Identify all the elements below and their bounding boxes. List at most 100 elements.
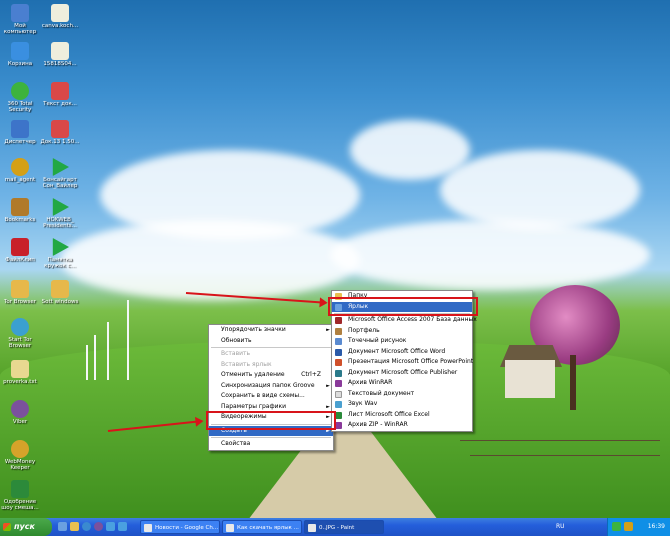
desktop-icon-file-1[interactable]: canva.koch... (40, 4, 80, 35)
app-icon (11, 120, 29, 138)
access-icon (335, 317, 342, 324)
bookmarks-icon (11, 198, 29, 216)
menu-item-label: Портфель (348, 326, 380, 334)
menu-item-label: Упорядочить значки (221, 326, 286, 333)
excel-icon (335, 411, 342, 419)
menu-item-label: Вставить (221, 350, 251, 357)
submenu-item-zip[interactable]: Архив ZIP - WinRAR (332, 420, 472, 431)
desktop-icon-viber[interactable]: Viber (0, 400, 40, 431)
menu-item-label: Вставить ярлык (221, 360, 272, 368)
computer-icon (11, 4, 29, 22)
tray-icon[interactable] (624, 522, 633, 531)
submenu-arrow-icon: ► (326, 382, 330, 389)
desktop-icon-video-1[interactable]: Бонсайгарт Сон_Вайлер (40, 158, 80, 189)
desktop-icon-label: Bookmarks (4, 217, 36, 223)
menu-item-arrange-icons[interactable]: Упорядочить значки ► (209, 325, 333, 336)
menu-item-label: Документ Microsoft Office Word (348, 347, 446, 355)
menu-item-label: Свойства (221, 440, 251, 447)
menu-item-label: Архив WinRAR (348, 379, 393, 386)
menu-item-label: Параметры графики (221, 402, 287, 410)
powerpoint-icon (335, 359, 342, 366)
desktop-icon-tor-browser[interactable]: Tor Browser (0, 280, 40, 311)
desktop-icon-label: mail_agent (4, 177, 36, 183)
desktop-icon-mail-agent[interactable]: mail_agent (0, 158, 40, 189)
desktop-icon-file-3[interactable]: Текст док... (40, 82, 80, 113)
menu-item-label: Microsoft Office Access 2007 База данных (348, 316, 477, 323)
desktop-icon-label: WebMoney Keeper WinPro (4, 459, 36, 471)
submenu-item-powerpoint[interactable]: Презентация Microsoft Office PowerPoint (332, 357, 473, 368)
menu-item-save-schema[interactable]: Сохранить в виде схемы... (209, 391, 333, 402)
quicklaunch-icon[interactable] (106, 522, 115, 531)
submenu-item-publisher[interactable]: Документ Microsoft Office Publisher (332, 368, 472, 379)
language-indicator[interactable]: RU (556, 518, 565, 536)
menu-separator (211, 437, 331, 438)
desktop-icon-label: Док.13 1.50... (40, 139, 80, 145)
menu-item-properties[interactable]: Свойства (209, 439, 333, 450)
desktop-icon-video-2[interactable]: HOKWEB_ Presidents... (40, 198, 80, 229)
desktop-icon-label: Tor Browser (3, 299, 37, 305)
text-file-icon (11, 360, 29, 378)
desktop-icon-label: canva.koch... (41, 23, 79, 29)
menu-item-undo-delete[interactable]: Отменить удаление Ctrl+Z (209, 370, 333, 381)
desktop-icon-file-4[interactable]: Док.13 1.50... (40, 120, 80, 151)
start-button[interactable]: пуск (0, 518, 52, 536)
submenu-item-excel[interactable]: Лист Microsoft Office Excel (332, 410, 472, 421)
quicklaunch-icon[interactable] (58, 522, 67, 531)
folder-icon (11, 280, 29, 298)
menu-item-groove-sync[interactable]: Синхронизация папок Groove ► (209, 381, 333, 392)
submenu-item-word[interactable]: Документ Microsoft Office Word (332, 347, 472, 358)
winrar-icon (335, 422, 342, 429)
desktop-icon-file-2[interactable]: 15818S04... (40, 42, 80, 73)
task-button-chrome[interactable]: Новости - Google Ch... (140, 520, 220, 534)
desktop-icon-folder[interactable]: Sott windows (40, 280, 80, 311)
shield-plus-icon (11, 82, 29, 100)
desktop-icon-my-computer[interactable]: Мой компьютер (0, 4, 40, 35)
desktop-icon-video-3[interactable]: Памятка кружок с... (40, 238, 80, 269)
quicklaunch-icon[interactable] (118, 522, 127, 531)
desktop-icon-label: Памятка кружок с... (44, 257, 76, 269)
desktop-icon-start-tor[interactable]: Start Tor Browser (0, 318, 40, 349)
task-button-paint[interactable]: 0..JPG - Paint (304, 520, 384, 534)
quicklaunch-icon[interactable] (70, 522, 79, 531)
submenu-item-bitmap[interactable]: Точечный рисунок (332, 336, 472, 347)
desktop-icon-label: Текст док... (43, 101, 77, 107)
desktop[interactable]: Мой компьютер Корзина 360 Total Security… (0, 0, 670, 518)
desktop-icon-text-file[interactable]: proverka.txt (0, 360, 40, 391)
desktop-icon-label: Мой компьютер (3, 23, 37, 35)
folder-icon (51, 280, 69, 298)
video-icon (11, 480, 29, 498)
text-document-icon (335, 390, 342, 398)
tray-icon[interactable] (612, 522, 621, 531)
clock[interactable]: 16:39 (648, 518, 665, 536)
menu-item-label: Текстовый документ (348, 389, 415, 397)
submenu-item-text-document[interactable]: Текстовый документ (332, 389, 472, 400)
desktop-icon-dispatcher[interactable]: Диспетчер (0, 120, 40, 151)
submenu-item-access[interactable]: Microsoft Office Access 2007 База данных (332, 315, 477, 326)
desktop-icon-label: proverka.txt (3, 379, 37, 385)
menu-item-refresh[interactable]: Обновить (209, 336, 333, 347)
publisher-icon (335, 369, 342, 377)
desktop-icon-label: Sott windows (41, 299, 79, 305)
desktop-icon-label: 15818S04... (43, 61, 77, 67)
desktop-icon-video[interactable]: Одобрение шоу смеша... (0, 480, 40, 511)
highlight-box-shortcut (328, 297, 478, 316)
task-label: Как скачать ярлык ... (237, 525, 299, 531)
desktop-icon-bookmarks[interactable]: Bookmarks (0, 198, 40, 229)
desktop-icon-webmoney[interactable]: WebMoney Keeper WinPro (0, 440, 40, 471)
desktop-icon-360-security[interactable]: 360 Total Security (0, 82, 40, 113)
desktop-icon-recycle-bin[interactable]: Корзина (0, 42, 40, 73)
winrar-icon (335, 380, 342, 387)
desktop-icon-label: Диспетчер (4, 139, 36, 145)
system-tray: RU 16:39 (556, 518, 670, 536)
recycle-bin-icon (11, 42, 29, 60)
desktop-icon-fileclip[interactable]: ФайлКлип (0, 238, 40, 269)
file-icon (51, 4, 69, 22)
submenu-item-winrar[interactable]: Архив WinRAR (332, 378, 472, 389)
submenu-item-briefcase[interactable]: Портфель (332, 326, 472, 337)
task-button-article[interactable]: Как скачать ярлык ... (222, 520, 302, 534)
task-label: 0..JPG - Paint (319, 525, 355, 531)
menu-item-label: Отменить удаление (221, 371, 285, 378)
submenu-item-wav[interactable]: Звук Wav (332, 399, 472, 410)
quicklaunch-icon[interactable] (82, 522, 91, 531)
quicklaunch-icon[interactable] (94, 522, 103, 531)
